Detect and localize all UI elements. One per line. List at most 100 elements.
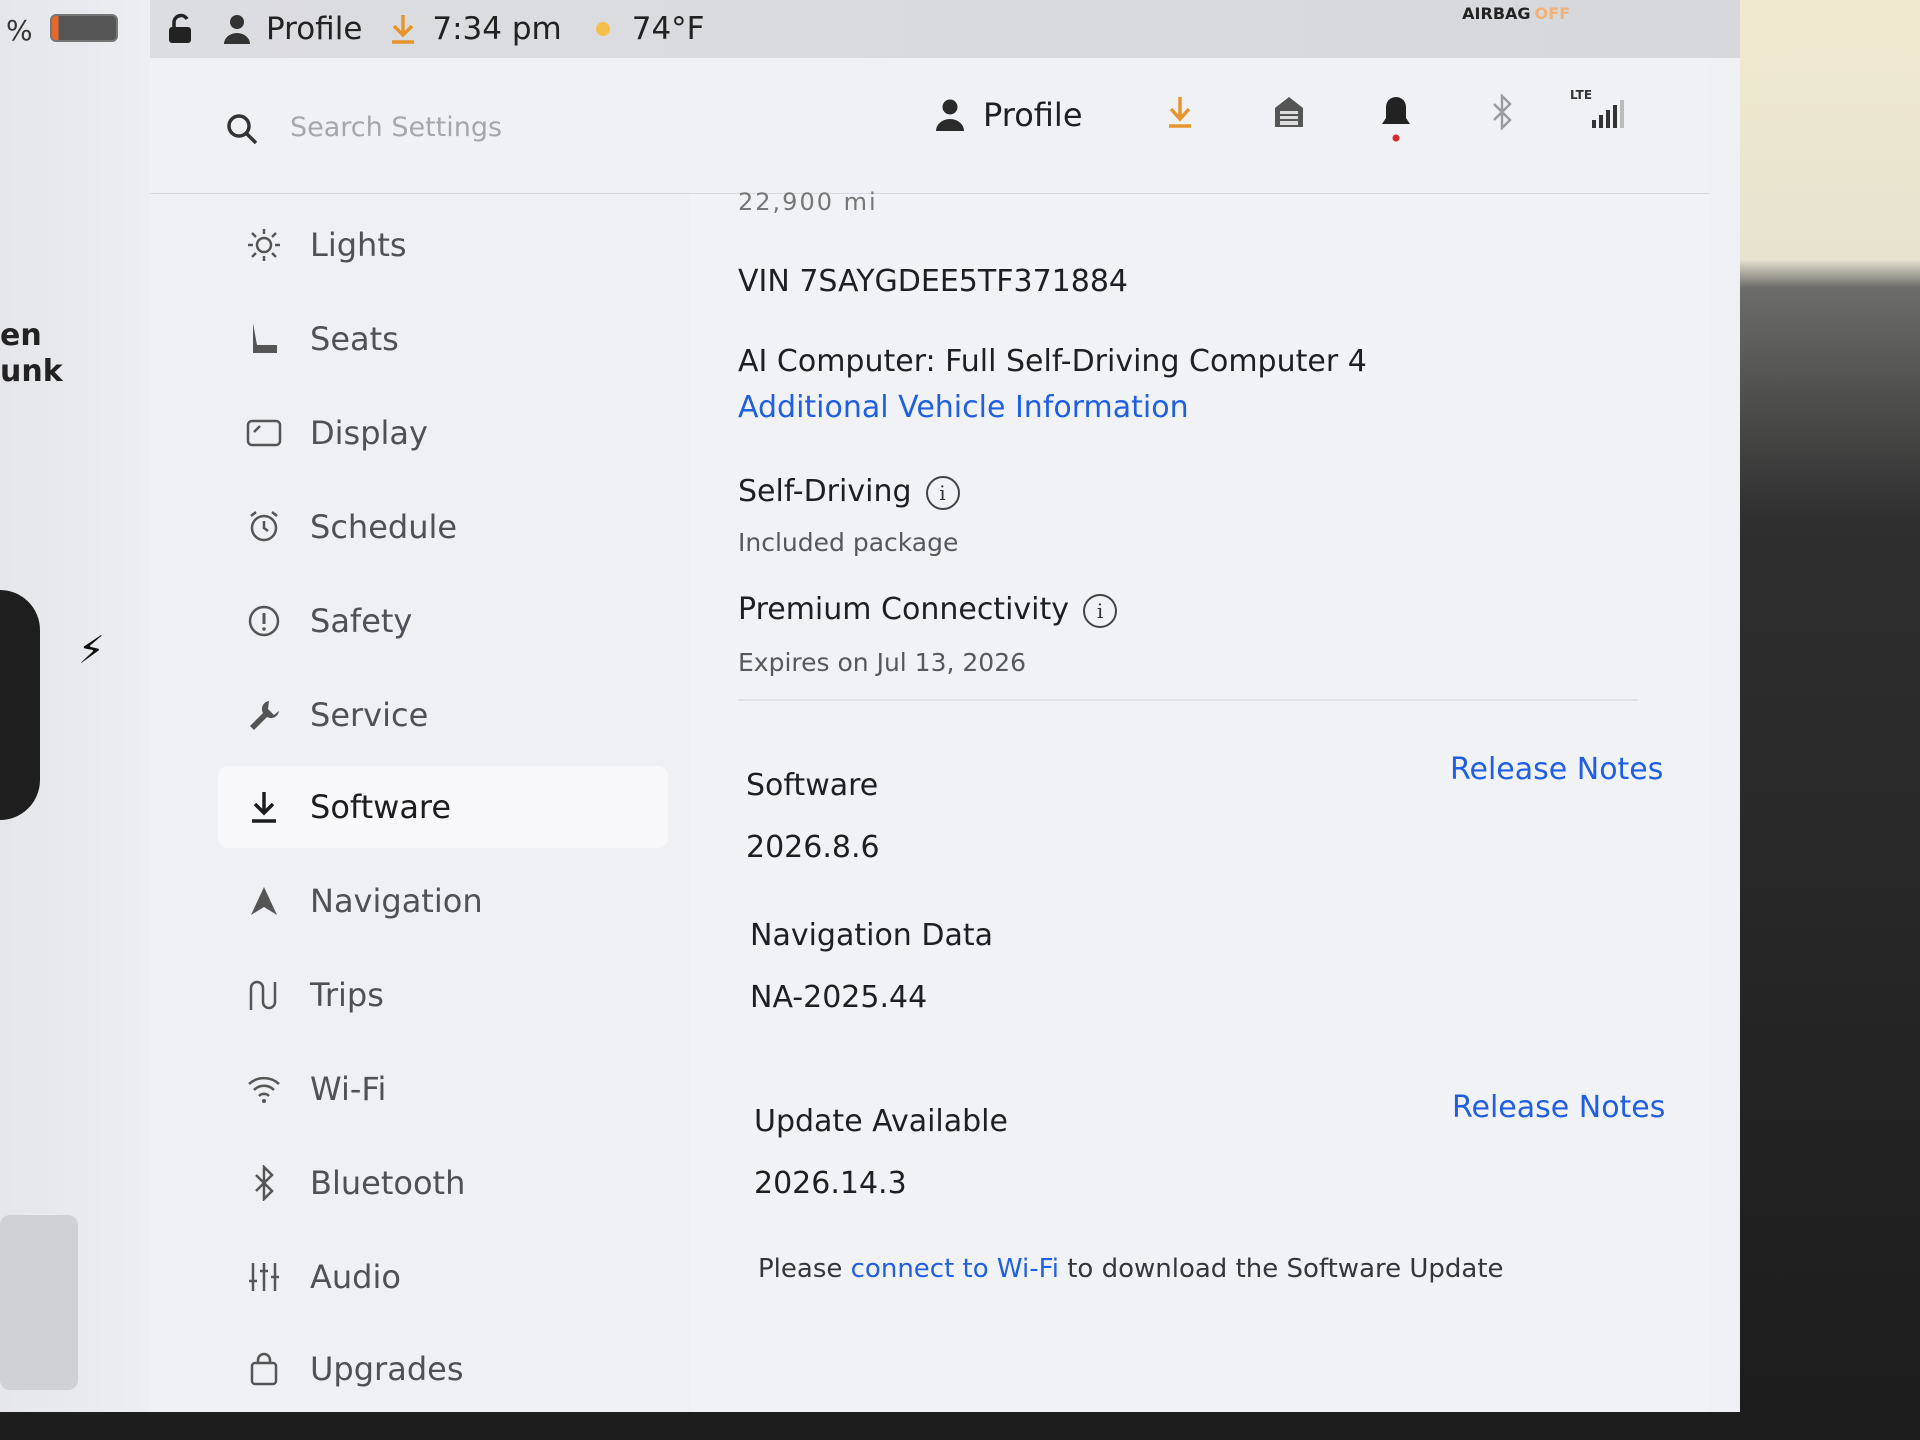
sidebar-item-trips[interactable]: Trips <box>218 954 668 1036</box>
additional-vehicle-info-link[interactable]: Additional Vehicle Information <box>738 390 1189 425</box>
bag-icon <box>246 1352 282 1386</box>
display-icon <box>246 418 282 448</box>
download-pending-icon <box>392 15 415 44</box>
sidebar-item-bluetooth[interactable]: Bluetooth <box>218 1142 668 1224</box>
clock-time: 7:34 pm <box>432 11 562 47</box>
update-version: 2026.14.3 <box>754 1166 907 1201</box>
sidebar-item-audio[interactable]: Audio <box>218 1236 668 1318</box>
sidebar-item-label: Upgrades <box>310 1350 464 1388</box>
sidebar-item-display[interactable]: Display <box>218 392 668 474</box>
update-available-title: Update Available <box>754 1104 1008 1139</box>
navigation-data-version: NA-2025.44 <box>750 980 928 1015</box>
battery-icon <box>50 14 118 42</box>
status-time: 7:34 pm <box>388 11 562 47</box>
sidebar-item-label: Lights <box>310 226 407 264</box>
schedule-icon <box>246 510 282 544</box>
sidebar-item-label: Wi-Fi <box>310 1070 387 1108</box>
sidebar-item-label: Service <box>310 696 429 734</box>
sidebar-item-label: Seats <box>310 320 399 358</box>
premium-connectivity-row: Premium Connectivity i <box>738 592 1118 628</box>
screen-bezel-bottom <box>0 1410 1920 1440</box>
ai-computer-label: AI Computer: Full Self-Driving Computer … <box>738 344 1367 379</box>
lte-label: LTE <box>1570 88 1593 102</box>
safety-icon <box>246 604 282 638</box>
odometer-partial: 22,900 mi <box>738 188 878 216</box>
software-version: 2026.8.6 <box>746 830 880 865</box>
sidebar-item-label: Bluetooth <box>310 1164 466 1202</box>
info-icon[interactable]: i <box>925 475 960 510</box>
car-image <box>0 590 40 820</box>
sidebar-item-upgrades[interactable]: Upgrades <box>218 1328 668 1410</box>
bluetooth-icon <box>246 1165 282 1201</box>
airbag-label: AIRBAG <box>1462 4 1531 23</box>
update-release-notes-link[interactable]: Release Notes <box>1452 1090 1665 1125</box>
sidebar-item-label: Safety <box>310 602 413 640</box>
notice-prefix: Please <box>758 1254 843 1284</box>
navigation-icon <box>246 885 282 917</box>
seat-icon <box>246 321 282 357</box>
status-weather: 74°F <box>588 11 705 47</box>
info-icon[interactable]: i <box>1083 593 1118 628</box>
charge-bolt-icon[interactable]: ⚡ <box>78 628 105 672</box>
search-settings-input[interactable] <box>290 104 810 150</box>
sidebar-item-label: Display <box>310 414 428 452</box>
vin-label: VIN 7SAYGDEE5TF371884 <box>738 264 1128 299</box>
sidebar-item-navigation[interactable]: Navigation <box>218 860 668 942</box>
sidebar-item-software[interactable]: Software <box>218 766 668 848</box>
person-icon <box>936 99 964 131</box>
sidebar-item-lights[interactable]: Lights <box>218 204 668 286</box>
outside-temperature: 74°F <box>631 11 705 47</box>
wifi-update-notice: Please connect to Wi-Fi to download the … <box>758 1254 1504 1284</box>
premium-connectivity-expiry: Expires on Jul 13, 2026 <box>738 648 1027 677</box>
sidebar-item-seats[interactable]: Seats <box>218 298 668 380</box>
sidebar-item-service[interactable]: Service <box>218 674 668 756</box>
software-download-icon[interactable] <box>1165 94 1195 134</box>
search-icon <box>225 112 259 150</box>
sidebar-item-label: Trips <box>310 976 384 1014</box>
status-profile[interactable]: Profile <box>222 11 362 47</box>
trips-icon <box>246 978 282 1012</box>
person-icon <box>224 15 250 44</box>
sidebar-item-schedule[interactable]: Schedule <box>218 486 668 568</box>
settings-header: Profile LTE <box>150 58 1710 194</box>
self-driving-row: Self-Driving i <box>738 474 960 510</box>
lights-icon <box>246 228 282 262</box>
connect-wifi-link[interactable]: connect to Wi-Fi <box>851 1254 1059 1284</box>
section-divider <box>738 699 1638 701</box>
download-icon <box>246 790 282 824</box>
sun-icon <box>595 22 610 36</box>
lock-icon[interactable] <box>166 13 196 45</box>
header-profile-button[interactable]: Profile <box>935 96 1083 134</box>
cellular-signal-icon[interactable] <box>1590 100 1626 134</box>
touchscreen: % en unk ⚡ Profile 7:34 pm 74°F AIRBAG OF… <box>0 0 1740 1412</box>
release-notes-link[interactable]: Release Notes <box>1450 752 1663 787</box>
software-title: Software <box>746 768 879 803</box>
seat-image <box>0 1215 78 1390</box>
battery-percent: % <box>6 14 33 47</box>
screen-bezel-right <box>1740 0 1920 1440</box>
navigation-data-title: Navigation Data <box>750 918 993 953</box>
sidebar-item-label: Schedule <box>310 508 458 546</box>
wrench-icon <box>246 698 282 732</box>
sidebar-item-label: Software <box>310 788 452 826</box>
software-settings-content: 22,900 mi VIN 7SAYGDEE5TF371884 AI Compu… <box>690 188 1710 1412</box>
audio-icon <box>246 1261 282 1293</box>
frunk-label-partial[interactable]: en <box>0 318 42 353</box>
trunk-label-partial[interactable]: unk <box>0 354 63 389</box>
airbag-state: OFF <box>1534 4 1570 23</box>
self-driving-title: Self-Driving <box>738 474 912 509</box>
self-driving-subtitle: Included package <box>738 528 959 557</box>
notice-suffix: to download the Software Update <box>1067 1254 1504 1284</box>
premium-connectivity-title: Premium Connectivity <box>738 592 1070 627</box>
notification-bell-icon[interactable] <box>1380 94 1412 146</box>
car-status-panel: % en unk ⚡ <box>0 0 150 1412</box>
header-profile-label: Profile <box>983 96 1083 134</box>
status-bar: Profile 7:34 pm 74°F AIRBAG OFF <box>150 0 1740 58</box>
sidebar-item-wifi[interactable]: Wi-Fi <box>218 1048 668 1130</box>
wifi-icon <box>246 1074 282 1104</box>
airbag-indicator: AIRBAG OFF <box>1462 4 1570 23</box>
sidebar-item-label: Audio <box>310 1258 401 1296</box>
bluetooth-icon[interactable] <box>1490 92 1514 134</box>
sidebar-item-safety[interactable]: Safety <box>218 580 668 662</box>
garage-icon[interactable] <box>1272 94 1306 134</box>
